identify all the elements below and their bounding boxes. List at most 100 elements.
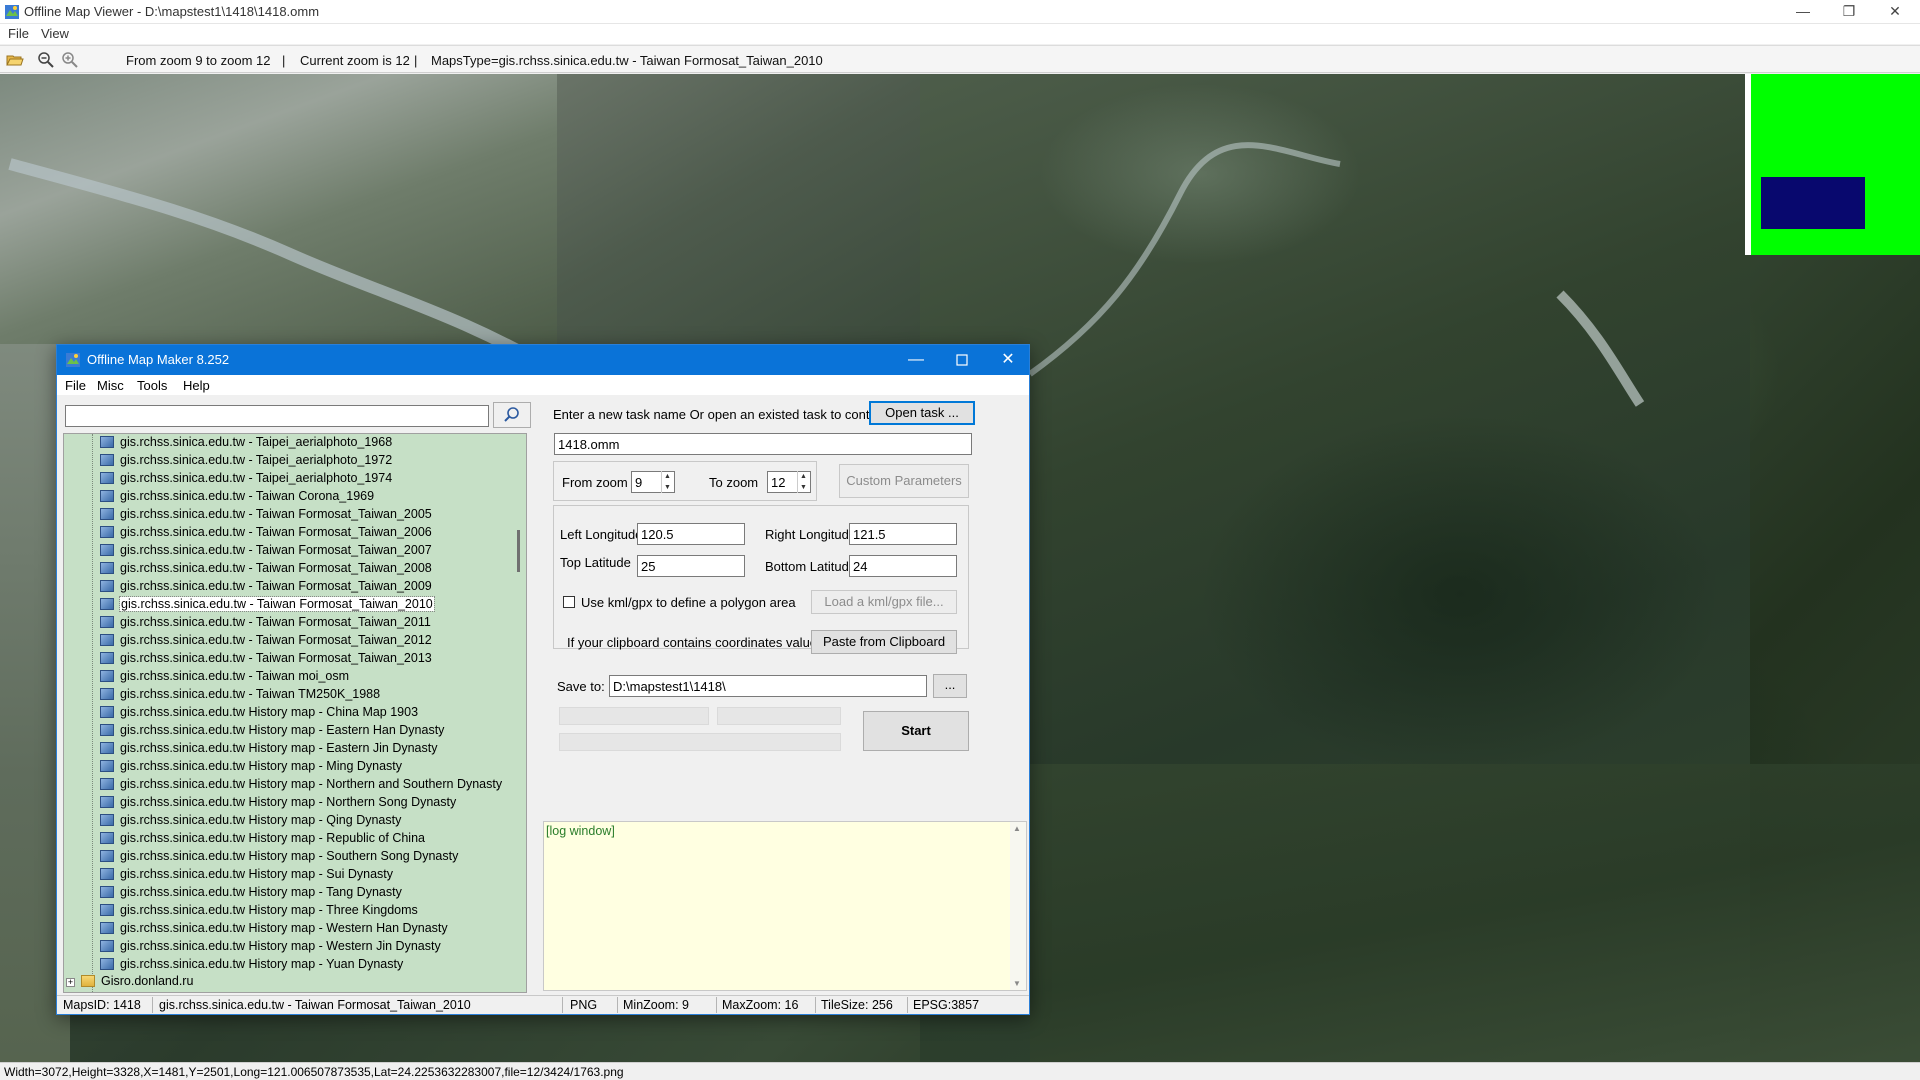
tree-map-item[interactable]: gis.rchss.sinica.edu.tw History map - We… — [100, 921, 448, 939]
dialog-menu-help[interactable]: Help — [183, 378, 210, 393]
open-task-button[interactable]: Open task ... — [869, 401, 975, 425]
kml-checkbox[interactable] — [563, 596, 575, 608]
minimize-button[interactable]: — — [1780, 0, 1826, 24]
tree-map-item[interactable]: gis.rchss.sinica.edu.tw - Taiwan Formosa… — [100, 543, 432, 561]
spin-down-icon[interactable]: ▼ — [798, 482, 809, 493]
overview-minimap[interactable] — [1745, 74, 1920, 255]
menu-view[interactable]: View — [41, 26, 69, 41]
tree-scrollbar[interactable] — [508, 434, 526, 992]
tree-map-item[interactable]: gis.rchss.sinica.edu.tw History map - Ea… — [100, 723, 444, 741]
log-scrollbar[interactable]: ▲ ▼ — [1010, 822, 1026, 990]
map-layer-icon — [100, 490, 114, 502]
tree-map-item[interactable]: gis.rchss.sinica.edu.tw History map - No… — [100, 777, 502, 795]
tree-map-item[interactable]: gis.rchss.sinica.edu.tw - Taiwan Formosa… — [100, 596, 435, 615]
tree-map-item[interactable]: gis.rchss.sinica.edu.tw - Taiwan Formosa… — [100, 561, 432, 579]
status-map-name: gis.rchss.sinica.edu.tw - Taiwan Formosa… — [159, 998, 471, 1012]
tree-map-item[interactable]: gis.rchss.sinica.edu.tw History map - Ch… — [100, 705, 418, 723]
log-window[interactable]: [log window] ▲ ▼ — [543, 821, 1027, 991]
task-name-input[interactable]: 1418.omm — [554, 433, 972, 455]
tree-map-item[interactable]: gis.rchss.sinica.edu.tw - Taiwan Formosa… — [100, 507, 432, 525]
scroll-down-icon[interactable]: ▼ — [1013, 979, 1021, 988]
tree-map-item[interactable]: gis.rchss.sinica.edu.tw - Taiwan Formosa… — [100, 615, 431, 633]
browse-button[interactable]: ... — [933, 674, 967, 698]
map-layer-icon — [100, 544, 114, 556]
tree-map-item[interactable]: gis.rchss.sinica.edu.tw History map - Th… — [100, 903, 418, 921]
search-button[interactable] — [493, 402, 531, 428]
dialog-menu-tools[interactable]: Tools — [137, 378, 167, 393]
map-layer-icon — [100, 958, 114, 970]
tree-map-item[interactable]: gis.rchss.sinica.edu.tw History map - So… — [100, 849, 458, 867]
zoom-in-icon[interactable] — [61, 51, 79, 69]
tree-map-item[interactable]: gis.rchss.sinica.edu.tw - Taiwan TM250K_… — [100, 687, 380, 705]
tree-folder-item[interactable]: + Gisro.donland.ru — [66, 974, 193, 992]
bottom-latitude-input[interactable]: 24 — [849, 555, 957, 577]
expand-plus-icon[interactable]: + — [66, 978, 75, 987]
tree-item-label: gis.rchss.sinica.edu.tw - Taiwan Formosa… — [120, 615, 431, 629]
tree-map-item[interactable]: gis.rchss.sinica.edu.tw - Taipei_aerialp… — [100, 453, 392, 471]
tree-map-item[interactable]: gis.rchss.sinica.edu.tw - Taiwan moi_osm — [100, 669, 349, 687]
menu-file[interactable]: File — [8, 26, 29, 41]
search-icon — [504, 407, 519, 422]
spin-down-icon[interactable]: ▼ — [662, 482, 673, 493]
map-layer-icon — [100, 742, 114, 754]
tree-map-item[interactable]: gis.rchss.sinica.edu.tw - Taiwan Formosa… — [100, 579, 432, 597]
start-button[interactable]: Start — [863, 711, 969, 751]
map-layer-icon — [100, 670, 114, 682]
dialog-menu-misc[interactable]: Misc — [97, 378, 124, 393]
left-longitude-input[interactable]: 120.5 — [637, 523, 745, 545]
tree-map-item[interactable]: gis.rchss.sinica.edu.tw - Taiwan Corona_… — [100, 489, 374, 507]
tree-map-item[interactable]: gis.rchss.sinica.edu.tw - Taiwan Formosa… — [100, 525, 432, 543]
tree-map-item[interactable]: gis.rchss.sinica.edu.tw History map - Qi… — [100, 813, 401, 831]
minimap-viewport-rect[interactable] — [1761, 177, 1865, 229]
spin-up-icon[interactable]: ▲ — [798, 471, 809, 482]
tree-map-item[interactable]: gis.rchss.sinica.edu.tw - Taipei_aerialp… — [100, 435, 392, 453]
dialog-close-button[interactable]: ✕ — [985, 345, 1031, 375]
map-layer-icon — [100, 760, 114, 772]
map-layer-icon — [100, 832, 114, 844]
map-layer-icon — [100, 886, 114, 898]
tree-map-item[interactable]: gis.rchss.sinica.edu.tw History map - Su… — [100, 867, 393, 885]
scroll-up-icon[interactable]: ▲ — [1013, 824, 1021, 833]
tree-map-item[interactable]: gis.rchss.sinica.edu.tw History map - Mi… — [100, 759, 402, 777]
tree-map-item[interactable]: gis.rchss.sinica.edu.tw - Taiwan Formosa… — [100, 651, 432, 669]
from-zoom-spinner[interactable]: ▲ ▼ — [661, 471, 673, 493]
tree-item-label: gis.rchss.sinica.edu.tw - Taiwan Formosa… — [120, 543, 432, 557]
tree-map-item[interactable]: gis.rchss.sinica.edu.tw History map - Re… — [100, 831, 425, 849]
map-layer-icon — [100, 796, 114, 808]
map-search-input[interactable] — [65, 405, 489, 427]
to-zoom-spinner[interactable]: ▲ ▼ — [797, 471, 809, 493]
paste-from-clipboard-button[interactable]: Paste from Clipboard — [811, 630, 957, 654]
tree-map-item[interactable]: gis.rchss.sinica.edu.tw History map - Yu… — [100, 957, 403, 975]
map-source-tree[interactable]: gis.rchss.sinica.edu.tw - Taipei_aerialp… — [63, 433, 527, 993]
tree-folder-label: Gisro.donland.ru — [101, 974, 194, 988]
spin-up-icon[interactable]: ▲ — [662, 471, 673, 482]
progress-bar-3 — [559, 733, 841, 751]
tree-item-label: gis.rchss.sinica.edu.tw History map - Ea… — [120, 741, 438, 755]
save-to-input[interactable]: D:\mapstest1\1418\ — [609, 675, 927, 697]
custom-parameters-button[interactable]: Custom Parameters — [839, 464, 969, 498]
tree-map-item[interactable]: gis.rchss.sinica.edu.tw History map - Ta… — [100, 885, 402, 903]
tree-item-label: gis.rchss.sinica.edu.tw History map - We… — [120, 921, 448, 935]
dialog-title-bar[interactable]: Offline Map Maker 8.252 — ✕ — [57, 345, 1029, 375]
tree-item-label: gis.rchss.sinica.edu.tw History map - No… — [120, 777, 503, 791]
maximize-button[interactable]: ❐ — [1826, 0, 1872, 24]
toolbar-separator: | — [414, 53, 418, 68]
tree-map-item[interactable]: gis.rchss.sinica.edu.tw History map - No… — [100, 795, 456, 813]
app-icon — [66, 353, 80, 367]
tree-map-item[interactable]: gis.rchss.sinica.edu.tw History map - Ea… — [100, 741, 437, 759]
status-separator — [152, 997, 153, 1013]
dialog-minimize-button[interactable]: — — [893, 345, 939, 375]
right-longitude-input[interactable]: 121.5 — [849, 523, 957, 545]
load-kml-button[interactable]: Load a kml/gpx file... — [811, 590, 957, 614]
tree-map-item[interactable]: gis.rchss.sinica.edu.tw History map - We… — [100, 939, 441, 957]
close-button[interactable]: ✕ — [1872, 0, 1918, 24]
open-folder-icon[interactable] — [6, 51, 24, 69]
tree-map-item[interactable]: gis.rchss.sinica.edu.tw - Taiwan Formosa… — [100, 633, 432, 651]
dialog-maximize-button[interactable] — [939, 345, 985, 375]
top-latitude-input[interactable]: 25 — [637, 555, 745, 577]
zoom-out-icon[interactable] — [37, 51, 55, 69]
dialog-menu-file[interactable]: File — [65, 378, 86, 393]
tree-scroll-thumb[interactable] — [517, 530, 520, 572]
tree-map-item[interactable]: gis.rchss.sinica.edu.tw - Taipei_aerialp… — [100, 471, 392, 489]
save-to-label: Save to: — [557, 679, 605, 694]
